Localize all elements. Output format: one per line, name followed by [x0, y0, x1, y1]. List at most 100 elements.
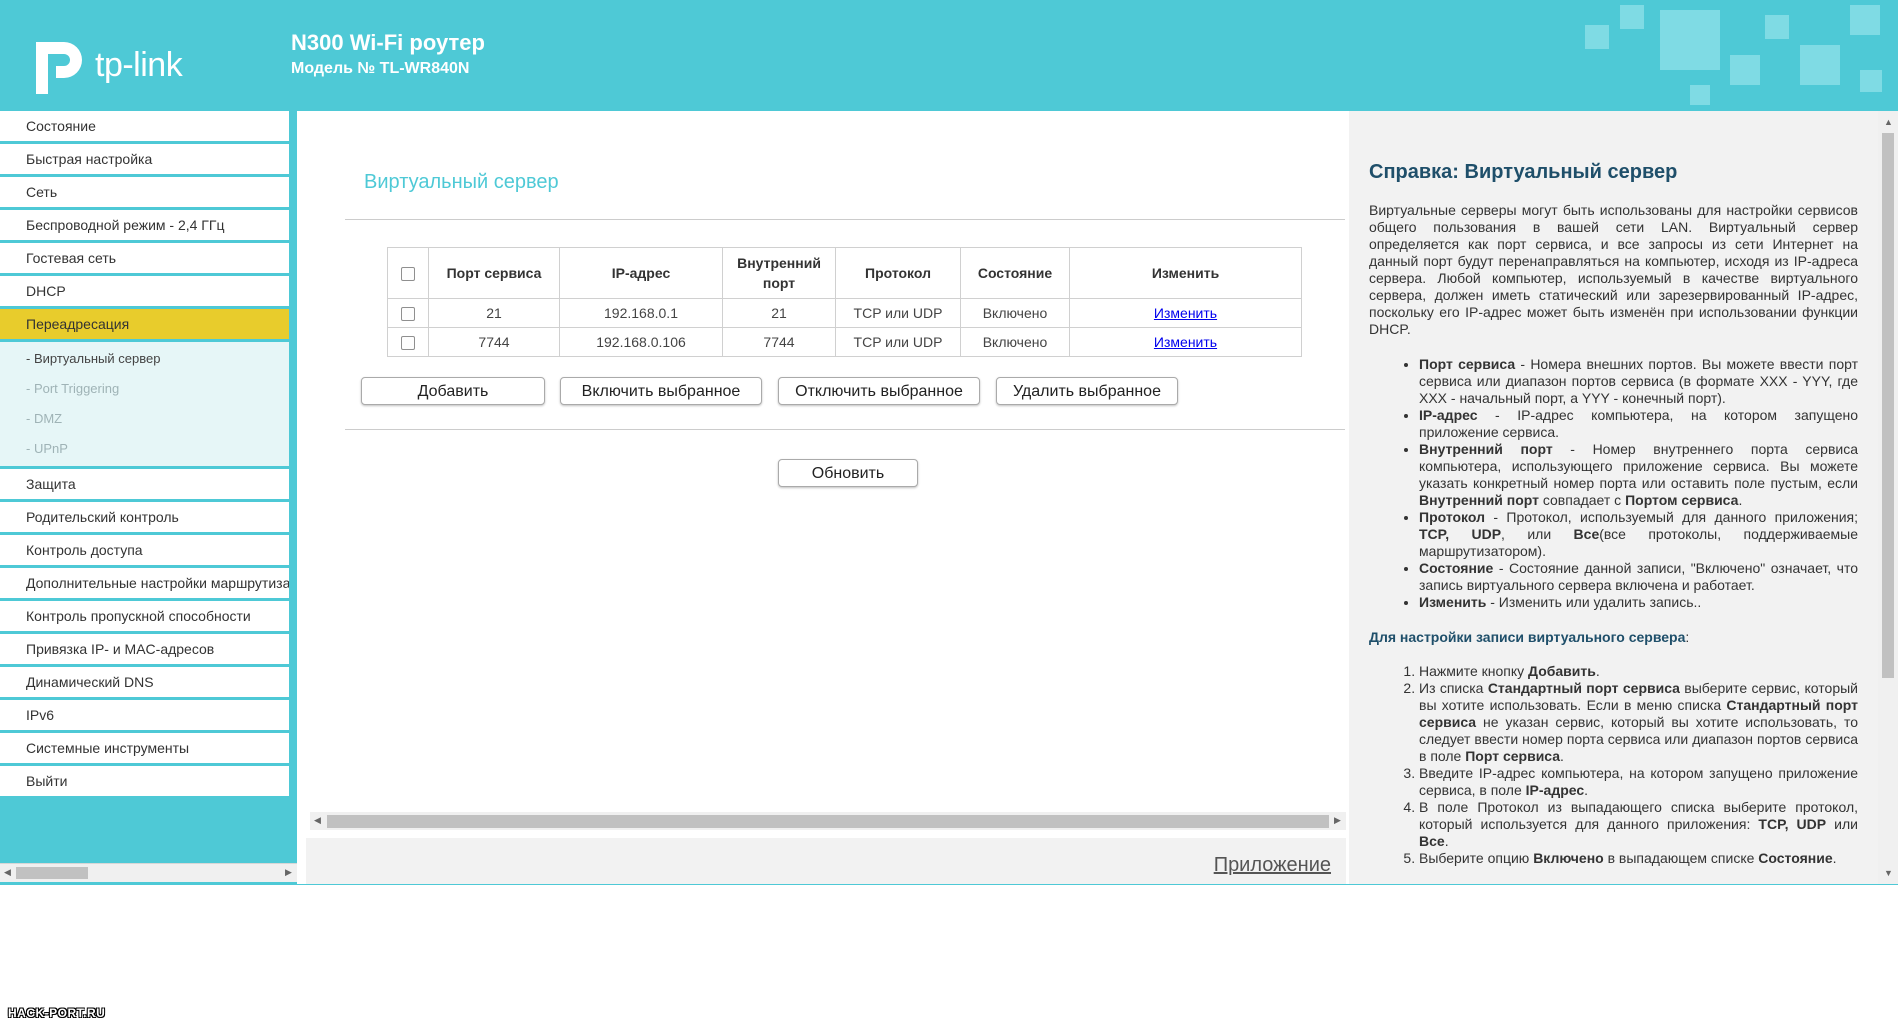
row-select-cell	[387, 327, 429, 357]
edit-link[interactable]: Изменить	[1154, 305, 1217, 321]
scrollbar-thumb[interactable]	[327, 815, 1329, 828]
column-header: Порт сервиса	[428, 247, 560, 299]
menu-item-ip-mac-binding[interactable]: Привязка IP- и MAC-адресов	[0, 634, 289, 664]
main-horizontal-scrollbar[interactable]: ◀ ▶	[310, 812, 1346, 830]
row-select-cell	[387, 298, 429, 328]
list-item: Введите IP-адрес компьютера, на котором …	[1419, 765, 1858, 799]
table-row: 7744 192.168.0.106 7744 TCP или UDP Вклю…	[387, 327, 1302, 357]
cell-protocol: TCP или UDP	[835, 327, 961, 357]
submenu-item-dmz[interactable]: - DMZ	[0, 404, 289, 434]
scroll-right-icon[interactable]: ▶	[285, 867, 292, 878]
divider	[345, 429, 1345, 430]
menu-item-forwarding[interactable]: Переадресация	[0, 309, 289, 339]
list-item: Из списка Стандартный порт сервиса выбер…	[1419, 680, 1858, 765]
help-intro: Виртуальные серверы могут быть использов…	[1369, 202, 1858, 337]
main-content: Виртуальный сервер Порт сервиса IP-адрес…	[300, 111, 1346, 884]
decor-square	[1690, 85, 1710, 105]
column-header: Состояние	[960, 247, 1070, 299]
menu-horizontal-scrollbar[interactable]: ◀ ▶	[0, 863, 297, 882]
scrollbar-thumb[interactable]	[1882, 133, 1894, 678]
app-link[interactable]: Приложение	[1214, 854, 1331, 877]
row-checkbox[interactable]	[401, 336, 415, 351]
decor-square	[1585, 25, 1609, 49]
menu-item-status[interactable]: Состояние	[0, 111, 289, 141]
list-item: Внутренний порт - Номер внутреннего порт…	[1419, 441, 1858, 509]
left-menu-panel: Состояние Быстрая настройка Сеть Беспров…	[0, 111, 297, 884]
table-row: 21 192.168.0.1 21 TCP или UDP Включено И…	[387, 298, 1302, 328]
row-checkbox[interactable]	[401, 307, 415, 322]
select-all-checkbox[interactable]	[401, 267, 415, 282]
menu-item-dhcp[interactable]: DHCP	[0, 276, 289, 306]
menu-item-system-tools[interactable]: Системные инструменты	[0, 733, 289, 763]
bottom-border	[0, 884, 1898, 885]
table-header-row: Порт сервиса IP-адрес Внутренний порт Пр…	[387, 247, 1302, 299]
menu-item-wireless[interactable]: Беспроводной режим - 2,4 ГГц	[0, 210, 289, 240]
menu-item-network[interactable]: Сеть	[0, 177, 289, 207]
select-all-cell	[387, 247, 429, 299]
scroll-left-icon[interactable]: ◀	[314, 815, 321, 826]
cell-ip-address: 192.168.0.1	[559, 298, 723, 328]
help-vertical-scrollbar[interactable]: ▲ ▼	[1878, 111, 1898, 884]
list-item: Выберите опцию Включено в выпадающем спи…	[1419, 850, 1858, 867]
submenu-item-upnp[interactable]: - UPnP	[0, 434, 289, 464]
edit-link[interactable]: Изменить	[1154, 334, 1217, 350]
scroll-up-icon[interactable]: ▲	[1884, 117, 1893, 127]
list-item: IP-адрес - IP-адрес компьютера, на котор…	[1419, 407, 1858, 441]
help-steps-list: Нажмите кнопку Добавить. Из списка Станд…	[1369, 663, 1858, 867]
submenu-item-port-triggering[interactable]: - Port Triggering	[0, 374, 289, 404]
forwarding-submenu: - Виртуальный сервер - Port Triggering -…	[0, 342, 289, 466]
menu-item-parental-control[interactable]: Родительский контроль	[0, 502, 289, 532]
logo-text: tp-link	[95, 46, 183, 84]
cell-edit: Изменить	[1069, 327, 1302, 357]
cell-service-port: 7744	[428, 327, 560, 357]
column-header: Протокол	[835, 247, 961, 299]
divider	[345, 219, 1345, 220]
submenu-item-virtual-server[interactable]: - Виртуальный сервер	[0, 344, 289, 374]
decor-square	[1850, 5, 1880, 35]
scrollbar-thumb[interactable]	[16, 867, 88, 879]
menu-item-dynamic-dns[interactable]: Динамический DNS	[0, 667, 289, 697]
menu-item-access-control[interactable]: Контроль доступа	[0, 535, 289, 565]
scroll-right-icon[interactable]: ▶	[1334, 815, 1341, 826]
scroll-down-icon[interactable]: ▼	[1884, 868, 1893, 878]
cell-status: Включено	[960, 298, 1070, 328]
virtual-server-table: Порт сервиса IP-адрес Внутренний порт Пр…	[387, 247, 1302, 357]
menu-item-quick-setup[interactable]: Быстрая настройка	[0, 144, 289, 174]
list-item: Протокол - Протокол, используемый для да…	[1419, 509, 1858, 560]
product-title: N300 Wi-Fi роутер	[291, 30, 485, 55]
menu-item-security[interactable]: Защита	[0, 469, 289, 499]
decor-square	[1860, 70, 1882, 92]
help-subhead: Для настройки записи виртуального сервер…	[1369, 629, 1690, 645]
help-content: Справка: Виртуальный сервер Виртуальные …	[1369, 161, 1858, 867]
watermark: HACK-PORT.RU	[8, 1006, 106, 1020]
menu-item-logout[interactable]: Выйти	[0, 766, 289, 796]
list-item: Изменить - Изменить или удалить запись..	[1419, 594, 1858, 611]
list-item: В поле Протокол из выпадающего списка вы…	[1419, 799, 1858, 850]
refresh-button[interactable]: Обновить	[778, 459, 918, 487]
add-button[interactable]: Добавить	[361, 377, 545, 405]
decor-square	[1730, 55, 1760, 85]
decor-square	[1765, 15, 1789, 39]
decor-square	[1660, 10, 1720, 70]
menu-item-bandwidth-control[interactable]: Контроль пропускной способности	[0, 601, 289, 631]
scroll-left-icon[interactable]: ◀	[4, 867, 11, 878]
cell-status: Включено	[960, 327, 1070, 357]
disable-selected-button[interactable]: Отключить выбранное	[778, 377, 980, 405]
enable-selected-button[interactable]: Включить выбранное	[560, 377, 762, 405]
decor-square	[1800, 45, 1840, 85]
list-item: Состояние - Состояние данной записи, "Вк…	[1419, 560, 1858, 594]
menu-item-ipv6[interactable]: IPv6	[0, 700, 289, 730]
menu-item-guest-network[interactable]: Гостевая сеть	[0, 243, 289, 273]
model-number: Модель № TL-WR840N	[291, 60, 470, 77]
list-item: Нажмите кнопку Добавить.	[1419, 663, 1858, 680]
page-title: Виртуальный сервер	[364, 171, 559, 193]
menu-item-advanced-routing[interactable]: Дополнительные настройки маршрутиза	[0, 568, 289, 598]
cell-service-port: 21	[428, 298, 560, 328]
cell-ip-address: 192.168.0.106	[559, 327, 723, 357]
main-menu: Состояние Быстрая настройка Сеть Беспров…	[0, 111, 289, 799]
cell-protocol: TCP или UDP	[835, 298, 961, 328]
decor-square	[1620, 5, 1644, 29]
column-header: Внутренний порт	[722, 247, 836, 299]
delete-selected-button[interactable]: Удалить выбранное	[996, 377, 1178, 405]
cell-internal-port: 7744	[722, 327, 836, 357]
